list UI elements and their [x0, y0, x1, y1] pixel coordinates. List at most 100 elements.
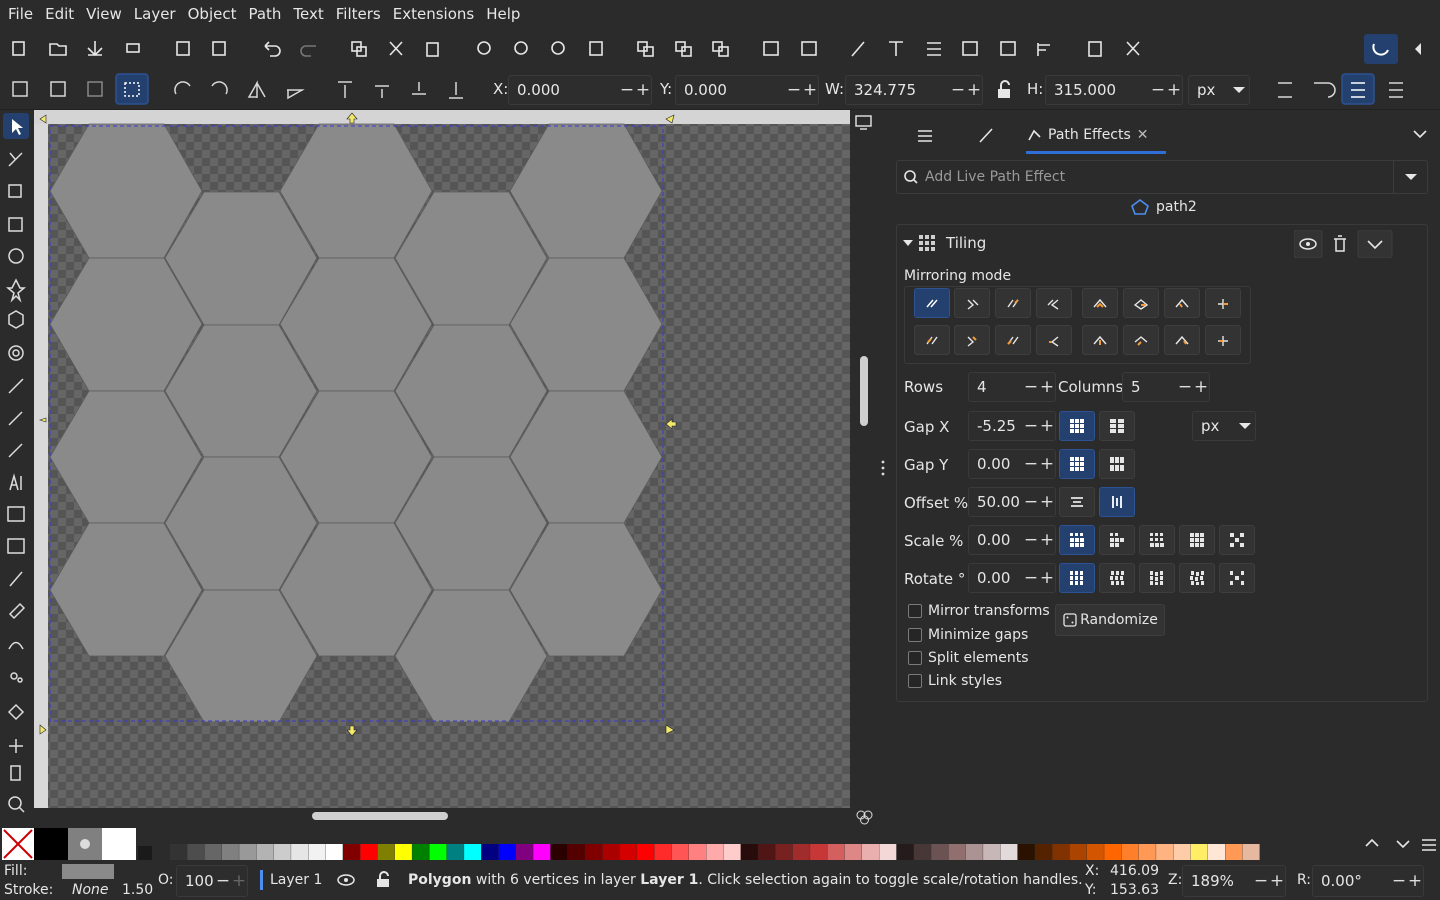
palette-swatch[interactable] [827, 844, 845, 860]
palette-swatch[interactable] [273, 844, 291, 860]
scale-field[interactable]: 0.00− + [968, 525, 1056, 555]
mirror-mode-14-button[interactable] [1123, 325, 1159, 355]
palette-swatch[interactable] [585, 844, 603, 860]
palette-swatch[interactable] [1173, 844, 1191, 860]
palette-swatch[interactable] [879, 844, 897, 860]
mirror-mode-9-button[interactable] [914, 325, 950, 355]
menu-path[interactable]: Path [242, 0, 287, 28]
palette-swatch[interactable] [239, 844, 257, 860]
mirror-mode-15-button[interactable] [1164, 325, 1200, 355]
scale-mode-4-button[interactable] [1179, 525, 1215, 555]
palette-swatch[interactable] [1121, 844, 1139, 860]
palette-swatch[interactable] [360, 844, 378, 860]
h-decrement[interactable]: − [1150, 81, 1166, 99]
y-field[interactable]: 0.000 − + [675, 75, 819, 105]
palette-swatch[interactable] [394, 844, 412, 860]
offset-columns-button[interactable] [1099, 487, 1135, 517]
palette-swatch[interactable] [810, 844, 828, 860]
palette-swatch[interactable] [896, 844, 914, 860]
lock-ratio-icon[interactable] [995, 80, 1015, 100]
palette-swatch[interactable] [758, 844, 776, 860]
menu-filters[interactable]: Filters [330, 0, 387, 28]
zoom-in[interactable]: + [1269, 872, 1285, 890]
tab-path-effects[interactable]: Path Effects ✕ [1026, 118, 1166, 154]
rotate-decrement[interactable]: − [1023, 569, 1039, 587]
palette-swatch[interactable] [983, 844, 1001, 860]
rows-decrement[interactable]: − [1023, 378, 1039, 396]
palette-swatch[interactable] [1086, 844, 1104, 860]
palette-swatch[interactable] [187, 844, 205, 860]
offset-rows-button[interactable] [1059, 487, 1095, 517]
mirror-mode-6-button[interactable] [1123, 288, 1159, 318]
palette-swatch[interactable] [1035, 844, 1052, 860]
rotate-field[interactable]: 0.00− + [968, 563, 1056, 593]
mirror-mode-4-button[interactable] [1036, 288, 1072, 318]
mirror-mode-5-button[interactable] [1082, 288, 1118, 318]
mirror-transforms-checkbox[interactable] [908, 604, 922, 618]
palette-swatch[interactable] [1017, 844, 1035, 860]
panel-handle-icon[interactable] [878, 458, 888, 478]
palette-swatch[interactable] [844, 844, 862, 860]
h-increment[interactable]: + [1166, 81, 1182, 99]
palette-swatch[interactable] [1104, 844, 1122, 860]
minimize-gaps-option[interactable]: Minimize gaps [908, 627, 1028, 643]
vertical-scrollbar[interactable] [860, 356, 868, 426]
palette-swatch[interactable] [723, 844, 741, 860]
menu-object[interactable]: Object [182, 0, 243, 28]
current-layer[interactable]: Layer 1 [270, 872, 322, 888]
palette-swatch[interactable] [1242, 844, 1260, 860]
palette-swatches[interactable] [170, 844, 1346, 860]
palette-swatch[interactable] [948, 844, 966, 860]
mirror-mode-11-button[interactable] [995, 325, 1031, 355]
zoom-field[interactable]: 189% − + [1182, 865, 1286, 897]
horizontal-scrollbar[interactable] [312, 812, 448, 820]
display-mode-icon[interactable] [854, 114, 874, 132]
gap-y-mode-1-button[interactable] [1059, 449, 1095, 479]
zoom-out[interactable]: − [1253, 872, 1269, 890]
mirror-mode-7-button[interactable] [1164, 288, 1200, 318]
mirror-mode-2-button[interactable] [954, 288, 990, 318]
gap-x-increment[interactable]: + [1039, 417, 1055, 435]
mirror-mode-13-button[interactable] [1082, 325, 1118, 355]
gap-y-decrement[interactable]: − [1023, 455, 1039, 473]
palette-swatch[interactable] [221, 844, 239, 860]
w-field[interactable]: 324.775 − + [845, 75, 983, 105]
palette-swatch[interactable] [706, 844, 724, 860]
rows-field[interactable]: 4 − + [968, 372, 1056, 402]
gap-x-mode-1-button[interactable] [1059, 411, 1095, 441]
columns-increment[interactable]: + [1193, 378, 1209, 396]
palette-swatch[interactable] [654, 844, 672, 860]
opacity-increment[interactable]: + [231, 872, 247, 890]
offset-field[interactable]: 50.00− + [968, 487, 1056, 517]
w-increment[interactable]: + [966, 81, 982, 99]
columns-decrement[interactable]: − [1177, 378, 1193, 396]
stroke-value[interactable]: None [72, 882, 109, 898]
palette-swatch[interactable] [619, 844, 637, 860]
palette-swatch[interactable] [792, 844, 810, 860]
palette-swatch[interactable] [740, 844, 758, 860]
x-decrement[interactable]: − [619, 81, 635, 99]
gap-x-field[interactable]: -5.25− + [968, 411, 1056, 441]
menu-file[interactable]: File [2, 0, 39, 28]
gap-y-field[interactable]: 0.00− + [968, 449, 1056, 479]
close-tab-icon[interactable]: ✕ [1137, 127, 1149, 143]
palette-swatch[interactable] [1000, 844, 1018, 860]
columns-field[interactable]: 5 − + [1122, 372, 1210, 402]
palette-swatch[interactable] [689, 844, 706, 860]
unit-select[interactable]: px [1188, 75, 1250, 105]
gap-x-decrement[interactable]: − [1023, 417, 1039, 435]
palette-swatch[interactable] [533, 844, 551, 860]
rotate-mode-1-button[interactable] [1059, 563, 1095, 593]
gap-unit-select[interactable]: px [1192, 411, 1256, 441]
palette-swatch[interactable] [464, 844, 482, 860]
stroke-width[interactable]: 1.50 [122, 882, 153, 898]
palette-swatch[interactable] [308, 844, 326, 860]
palette-swatch[interactable] [516, 844, 533, 860]
palette-swatch[interactable] [567, 844, 585, 860]
palette-swatch[interactable] [429, 844, 447, 860]
layer-lock-icon[interactable] [374, 871, 392, 889]
scale-mode-2-button[interactable] [1099, 525, 1135, 555]
randomize-button[interactable]: Randomize [1055, 604, 1165, 636]
palette-swatch[interactable] [550, 844, 568, 860]
color-manage-icon[interactable] [854, 808, 876, 826]
